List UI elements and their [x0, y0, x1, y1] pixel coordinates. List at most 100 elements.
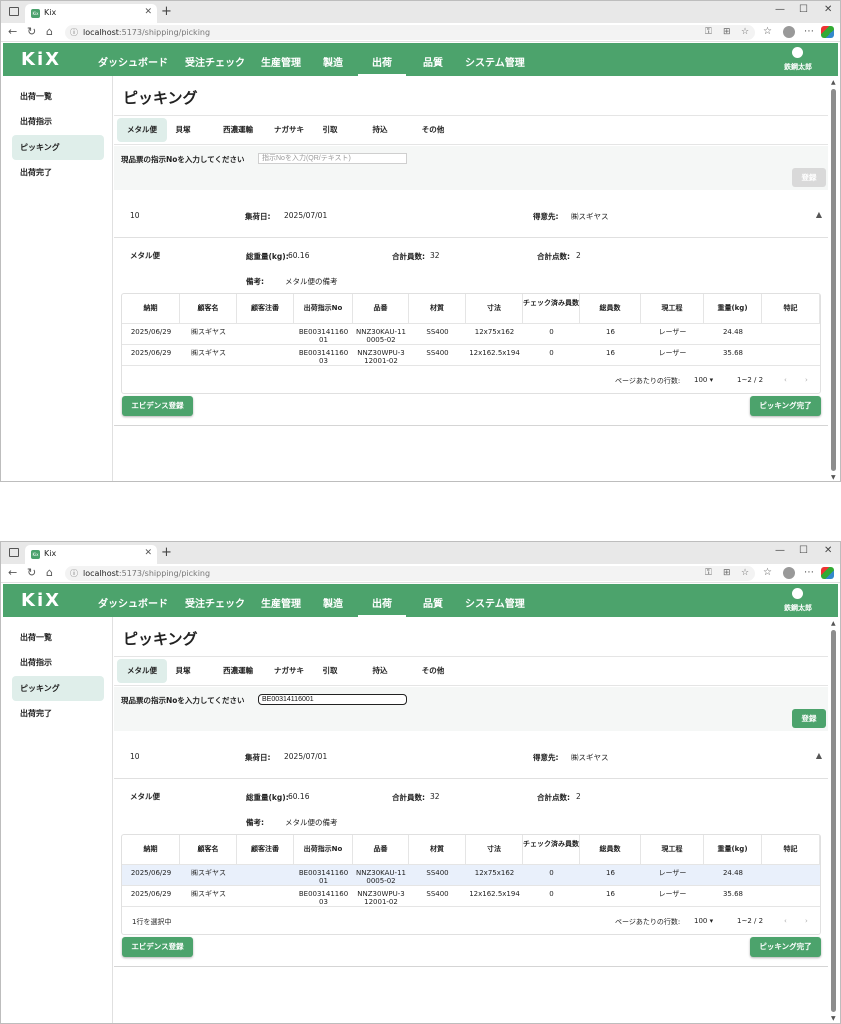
scroll-down-icon[interactable]: ▼ [831, 474, 836, 481]
scroll-thumb[interactable] [831, 630, 836, 1012]
browser-extension-icon[interactable] [821, 567, 834, 579]
user-icon[interactable] [792, 47, 803, 58]
col-customer[interactable]: 顧客名 [180, 294, 237, 323]
tab-nagasaki[interactable]: ナガサキ [270, 118, 308, 142]
favorites-icon[interactable]: ☆ [763, 567, 772, 578]
apps-icon[interactable]: ⊞ [723, 25, 731, 40]
window-close-icon[interactable]: ✕ [824, 4, 832, 15]
nav-shipping[interactable]: 出荷 [358, 54, 406, 76]
nav-production[interactable]: 生産管理 [261, 595, 301, 610]
sidebar-item-shipping-instruction[interactable]: 出荷指示 [12, 650, 104, 675]
new-tab-icon[interactable]: + [161, 4, 172, 19]
nav-shipping[interactable]: 出荷 [358, 595, 406, 617]
tab-close-icon[interactable]: ✕ [144, 548, 152, 558]
col-material[interactable]: 材質 [409, 294, 466, 323]
evidence-register-button[interactable]: エビデンス登録 [122, 937, 193, 957]
app-logo[interactable]: KiX [21, 49, 61, 70]
user-name[interactable]: 鉄鋼太郎 [784, 62, 812, 72]
col-instruction-no[interactable]: 出荷指示No [294, 835, 353, 864]
browser-tab[interactable]: Kix Kix ✕ [25, 545, 157, 564]
tab-pickup[interactable]: 引取 [318, 118, 342, 142]
nav-order-check[interactable]: 受注チェック [185, 54, 245, 69]
next-page-icon[interactable]: › [805, 917, 808, 925]
tab-bring[interactable]: 持込 [368, 118, 392, 142]
user-icon[interactable] [792, 588, 803, 599]
col-customer-order[interactable]: 顧客注番 [237, 835, 294, 864]
col-customer[interactable]: 顧客名 [180, 835, 237, 864]
table-row[interactable]: 2025/06/29 ㈱スギヤス BE00314116001 NNZ30KAU-… [122, 864, 820, 885]
sidebar-item-shipping-list[interactable]: 出荷一覧 [12, 625, 104, 650]
sidebar-item-shipping-complete[interactable]: 出荷完了 [12, 701, 104, 726]
tab-actions-icon[interactable] [9, 7, 19, 16]
back-icon[interactable]: ← [8, 25, 17, 38]
picking-complete-button[interactable]: ピッキング完了 [750, 937, 821, 957]
browser-tab[interactable]: Kix Kix ✕ [25, 4, 157, 23]
register-button[interactable]: 登録 [792, 709, 826, 728]
favorites-icon[interactable]: ☆ [763, 26, 772, 37]
tab-pickup[interactable]: 引取 [318, 659, 342, 683]
nav-manufacturing[interactable]: 製造 [323, 54, 343, 69]
tab-bring[interactable]: 持込 [368, 659, 392, 683]
col-material[interactable]: 材質 [409, 835, 466, 864]
maximize-icon[interactable]: ☐ [799, 545, 808, 556]
scroll-up-icon[interactable]: ▲ [831, 620, 836, 627]
instruction-no-input[interactable]: BE00314116001 [258, 694, 407, 705]
tab-other[interactable]: その他 [416, 659, 450, 683]
key-icon[interactable]: ⚿ [705, 566, 712, 581]
home-icon[interactable]: ⌂ [46, 25, 53, 38]
apps-icon[interactable]: ⊞ [723, 566, 731, 581]
tab-actions-icon[interactable] [9, 548, 19, 557]
scrollbar[interactable]: ▲ ▼ [830, 79, 838, 481]
col-size[interactable]: 寸法 [466, 294, 523, 323]
tab-close-icon[interactable]: ✕ [144, 7, 152, 17]
tab-kaizuka[interactable]: 貝塚 [170, 659, 196, 683]
scroll-thumb[interactable] [831, 89, 836, 471]
new-tab-icon[interactable]: + [161, 545, 172, 560]
col-weight[interactable]: 重量(kg) [704, 294, 762, 323]
table-row[interactable]: 2025/06/29 ㈱スギヤス BE00314116001 NNZ30KAU-… [122, 323, 820, 344]
favorite-star-icon[interactable]: ☆ [741, 566, 749, 581]
nav-manufacturing[interactable]: 製造 [323, 595, 343, 610]
scroll-up-icon[interactable]: ▲ [831, 79, 836, 86]
site-info-icon[interactable]: ⓘ [70, 566, 78, 581]
col-due[interactable]: 納期 [122, 835, 180, 864]
register-button[interactable]: 登録 [792, 168, 826, 187]
tab-metal[interactable]: メタル便 [117, 659, 167, 683]
tab-seino[interactable]: 西濃運輸 [218, 659, 258, 683]
scrollbar[interactable]: ▲ ▼ [830, 620, 838, 1022]
minimize-icon[interactable]: — [775, 545, 785, 556]
url-field[interactable]: ⓘ localhost:5173/shipping/picking ⚿ ⊞ ☆ [65, 566, 755, 581]
key-icon[interactable]: ⚿ [705, 25, 712, 40]
col-total[interactable]: 総員数 [580, 835, 641, 864]
col-note[interactable]: 特記 [762, 835, 820, 864]
more-menu-icon[interactable]: ⋯ [804, 26, 814, 37]
sidebar-item-picking[interactable]: ピッキング [12, 676, 104, 701]
col-total[interactable]: 総員数 [580, 294, 641, 323]
sidebar-item-shipping-complete[interactable]: 出荷完了 [12, 160, 104, 185]
tab-other[interactable]: その他 [416, 118, 450, 142]
col-size[interactable]: 寸法 [466, 835, 523, 864]
table-row[interactable]: 2025/06/29 ㈱スギヤス BE00314116003 NNZ30WPU-… [122, 885, 820, 906]
tab-seino[interactable]: 西濃運輸 [218, 118, 258, 142]
rows-per-page-select[interactable]: 100 ▾ [694, 917, 713, 925]
order-header[interactable]: 10 集荷日: 2025/07/01 得意先: ㈱スギヤス ▲ [114, 737, 828, 779]
col-process[interactable]: 現工程 [641, 835, 704, 864]
nav-order-check[interactable]: 受注チェック [185, 595, 245, 610]
tab-kaizuka[interactable]: 貝塚 [170, 118, 196, 142]
col-checked[interactable]: チェック済み員数 [523, 835, 580, 864]
nav-quality[interactable]: 品質 [423, 595, 443, 610]
chevron-up-icon[interactable]: ▲ [816, 751, 822, 760]
url-field[interactable]: ⓘ localhost:5173/shipping/picking ⚿ ⊞ ☆ [65, 25, 755, 40]
browser-extension-icon[interactable] [821, 26, 834, 38]
col-process[interactable]: 現工程 [641, 294, 704, 323]
col-customer-order[interactable]: 顧客注番 [237, 294, 294, 323]
col-due[interactable]: 納期 [122, 294, 180, 323]
reload-icon[interactable]: ↻ [27, 566, 36, 579]
sidebar-item-shipping-list[interactable]: 出荷一覧 [12, 84, 104, 109]
profile-avatar[interactable] [783, 26, 795, 38]
profile-avatar[interactable] [783, 567, 795, 579]
site-info-icon[interactable]: ⓘ [70, 25, 78, 40]
table-row[interactable]: 2025/06/29 ㈱スギヤス BE00314116003 NNZ30WPU-… [122, 344, 820, 365]
col-note[interactable]: 特記 [762, 294, 820, 323]
nav-dashboard[interactable]: ダッシュボード [98, 54, 168, 69]
